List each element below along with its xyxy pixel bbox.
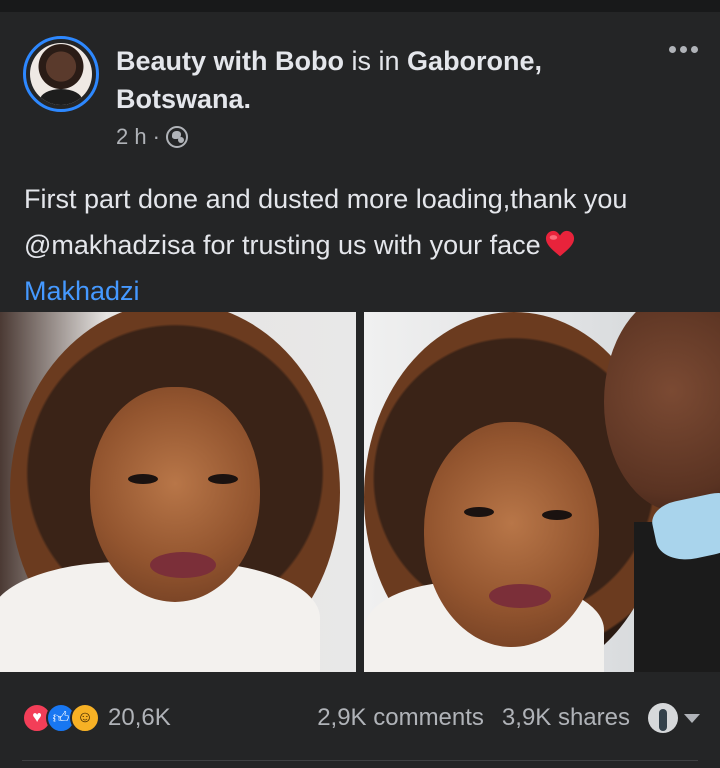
tagged-page-link[interactable]: Makhadzi (24, 276, 140, 306)
caption-line-2: @makhadzisa for trusting us with your fa… (24, 230, 541, 260)
post-meta: 2 h · (116, 122, 188, 152)
more-options-icon[interactable] (669, 46, 698, 53)
post-header: Beauty with Bobo is in Gaborone, Botswan… (116, 42, 636, 118)
location-prefix: is in (351, 46, 400, 76)
post-caption: First part done and dusted more loading,… (24, 176, 704, 314)
photo-right[interactable] (364, 312, 720, 672)
caption-line-1: First part done and dusted more loading,… (24, 184, 628, 214)
reactions-count[interactable]: 20,6K (108, 704, 171, 732)
viewer-avatar-icon[interactable] (648, 703, 678, 733)
author-name[interactable]: Beauty with Bobo (116, 46, 344, 76)
chevron-down-icon[interactable] (684, 713, 700, 723)
post-time[interactable]: 2 h (116, 124, 147, 150)
location-city[interactable]: Gaborone, (407, 46, 542, 76)
comments-count[interactable]: 2,9K comments (317, 704, 484, 732)
red-heart-icon (545, 230, 574, 257)
photo-grid (0, 312, 720, 672)
globe-icon[interactable] (165, 126, 188, 148)
meta-dot: · (152, 124, 160, 149)
wow-reaction-icon: ☺ (70, 703, 100, 733)
photo-left[interactable] (0, 312, 356, 672)
post-card: Beauty with Bobo is in Gaborone, Botswan… (0, 12, 720, 768)
shares-count[interactable]: 3,9K shares (502, 704, 630, 732)
divider (22, 760, 698, 761)
engagement-bar: ♥ 👍︎ ☺ 20,6K 2,9K comments 3,9K shares (22, 698, 700, 738)
reactions[interactable]: ♥ 👍︎ ☺ 20,6K (22, 703, 171, 733)
location-country[interactable]: Botswana. (116, 84, 251, 114)
author-avatar[interactable] (23, 36, 99, 112)
avatar-image (30, 43, 92, 105)
